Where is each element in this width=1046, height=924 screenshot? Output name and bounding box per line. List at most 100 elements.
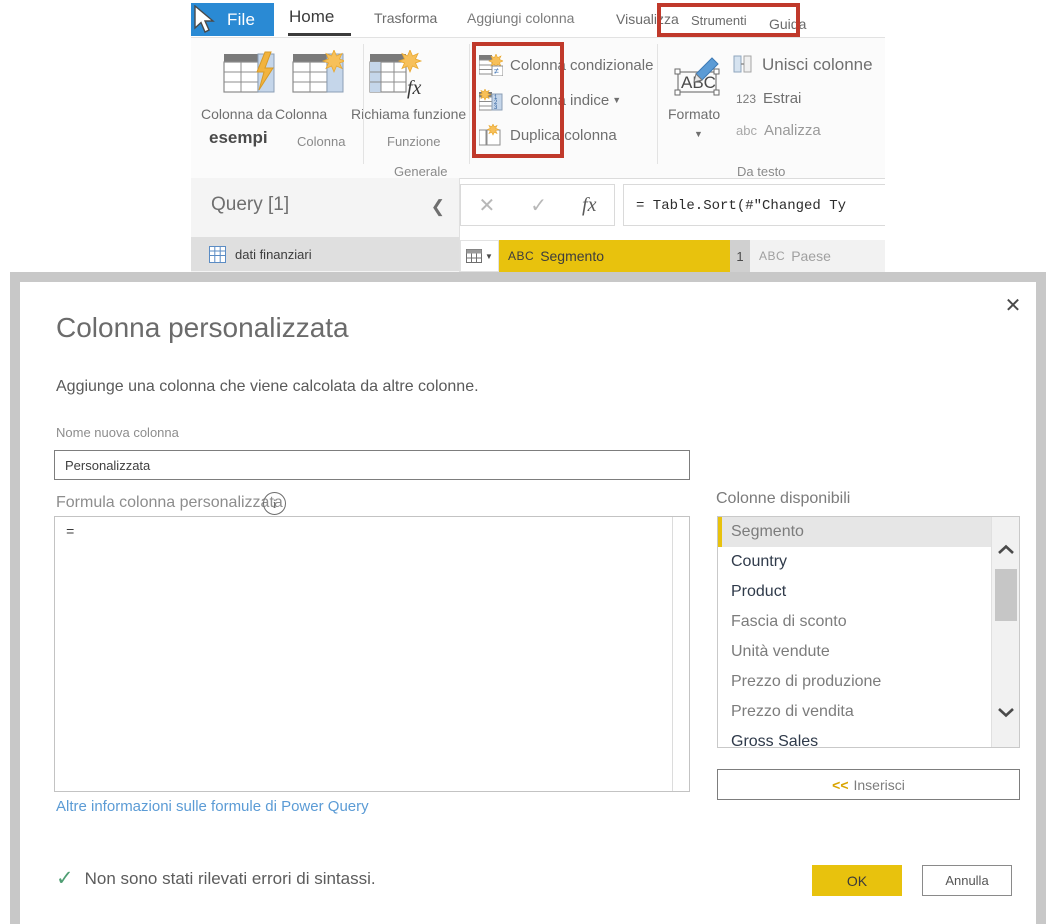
available-columns-box: Segmento Country Product Fascia di sconto Un… <box>717 516 1020 748</box>
svg-text:fx: fx <box>407 77 422 99</box>
available-column-item[interactable]: Gross Sales <box>718 727 991 747</box>
parse-label: Analizza <box>763 122 821 139</box>
dialog-title: Colonna personalizzata <box>56 312 349 343</box>
query-list-item[interactable]: dati finanziari <box>191 237 459 271</box>
formula-input[interactable]: = Table.Sort(#"Changed Ty <box>623 184 885 226</box>
tab-visualizza[interactable]: Visualizza <box>616 11 679 27</box>
close-icon[interactable]: ✕ <box>998 290 1028 320</box>
available-columns-label: Colonne disponibili <box>716 490 851 507</box>
power-query-editor: File Home Trasforma Aggiungi colonna Vis… <box>191 0 885 278</box>
new-column-name-input[interactable] <box>54 450 690 480</box>
tab-home-label: Home <box>289 7 335 26</box>
custom-column-dialog: ✕ Colonna personalizzata Aggiunge una co… <box>20 282 1036 924</box>
available-column-item[interactable]: Country <box>718 547 991 577</box>
group-label-funzione: Funzione <box>387 134 441 149</box>
grid-col1-type-icon: ABC <box>759 249 786 263</box>
queries-pane-title: Query [1] <box>211 194 290 215</box>
insert-column-button[interactable]: << Inserisci <box>717 769 1020 800</box>
tab-visualizza-label: Visualizza <box>616 11 679 27</box>
formula-editor[interactable]: = <box>54 516 690 792</box>
formula-accept-icon[interactable]: ✓ <box>530 193 547 218</box>
ok-button[interactable]: OK <box>812 865 902 896</box>
parse-button[interactable]: abc Analizza <box>736 122 821 139</box>
ribbon-body: Colonna da esempi Colonna fx Richiama fu… <box>191 37 885 179</box>
grid-col0-label: Segmento <box>540 248 605 264</box>
ribbon-separator-3 <box>657 44 658 164</box>
available-columns-scrollbar[interactable] <box>991 517 1019 747</box>
formula-bar: ✕ ✓ fx = Table.Sort(#"Changed Ty <box>460 184 885 228</box>
chevron-left-icon[interactable]: ❮ <box>431 197 445 217</box>
column-from-examples-icon[interactable] <box>223 50 275 98</box>
formula-editor-scrollbar[interactable] <box>672 517 689 791</box>
tab-aggiungi-colonna[interactable]: Aggiungi colonna <box>467 10 574 26</box>
group-label-colonna: Colonna <box>297 134 346 149</box>
dialog-description: Aggiunge una colonna che viene calcolata… <box>56 378 479 395</box>
custom-column-icon[interactable] <box>292 50 344 98</box>
scrollbar-thumb[interactable] <box>995 569 1017 621</box>
index-column-chevron-down-icon[interactable]: ▼ <box>612 95 621 105</box>
tab-aggiungi-colonna-label: Aggiungi colonna <box>467 10 575 26</box>
invoke-function-icon[interactable]: fx <box>369 50 425 100</box>
duplicate-column-label: Duplica colonna <box>510 126 617 144</box>
scroll-down-icon[interactable] <box>992 699 1020 725</box>
custom-column-label: Colonna <box>275 106 328 122</box>
info-icon[interactable]: i <box>263 492 286 515</box>
tab-guida-label: Guida <box>769 16 807 32</box>
screenshot-root: File Home Trasforma Aggiungi colonna Vis… <box>0 0 1046 924</box>
grid-column-header-segmento[interactable]: ABC Segmento <box>499 240 730 272</box>
grid-select-all-button[interactable]: ▼ <box>460 240 499 272</box>
grid-column-header-paese[interactable]: ABC Paese <box>750 240 885 272</box>
available-columns-list[interactable]: Segmento Country Product Fascia di sconto Un… <box>718 517 991 747</box>
tab-file[interactable]: File <box>191 3 274 36</box>
custom-column-formula-label: Formula colonna personalizzata <box>56 494 283 511</box>
format-label: Formato <box>668 106 721 122</box>
group-label-generale: Generale <box>394 164 448 179</box>
query-list-item-label: dati finanziari <box>235 246 312 262</box>
invoke-function-label: Richiama funzione <box>351 106 467 122</box>
tab-strumenti-label: Strumenti <box>691 13 747 28</box>
table-small-icon <box>466 248 483 263</box>
grid-col0-sort-badge[interactable]: 1 <box>730 240 750 272</box>
ribbon-separator-1 <box>363 44 364 164</box>
available-column-item[interactable]: Unità vendute <box>718 637 991 667</box>
formula-cancel-icon[interactable]: ✕ <box>479 193 496 218</box>
tab-home-active-indicator <box>288 33 351 36</box>
check-icon: ✓ <box>56 867 74 890</box>
fx-icon[interactable]: fx <box>582 194 596 217</box>
extract-prefix: 123 <box>736 91 757 106</box>
available-column-item[interactable]: Prezzo di produzione <box>718 667 991 697</box>
tab-strumenti[interactable]: Strumenti <box>691 13 747 28</box>
power-query-formula-help-link[interactable]: Altre informazioni sulle formule di Powe… <box>56 798 369 815</box>
format-chevron-down-icon[interactable]: ▼ <box>694 129 703 139</box>
mouse-cursor-icon <box>194 5 215 33</box>
ribbon-separator-2 <box>469 44 470 164</box>
merge-columns-icon <box>733 55 752 73</box>
merge-columns-button[interactable]: Unisci colonne <box>733 54 873 76</box>
index-column-button[interactable]: 1 2 3 Colonna indice ▼ <box>479 89 621 111</box>
extract-button[interactable]: 123 Estrai <box>736 90 801 107</box>
available-column-item[interactable]: Segmento <box>718 517 991 547</box>
duplicate-column-icon <box>479 124 501 146</box>
cancel-button[interactable]: Annulla <box>922 865 1012 896</box>
available-column-item[interactable]: Fascia di sconto <box>718 607 991 637</box>
grid-corner-chevron-down-icon[interactable]: ▼ <box>485 252 493 261</box>
syntax-status-text: Non sono stati rilevati errori di sintas… <box>84 868 376 888</box>
conditional-column-button[interactable]: ≠ Colonna condizionale <box>479 54 653 76</box>
tab-home[interactable]: Home <box>289 7 334 27</box>
duplicate-column-button[interactable]: Duplica colonna <box>479 124 617 146</box>
queries-pane: Query [1] ❮ dati finanziari <box>191 178 460 278</box>
ribbon-tab-strip: File Home Trasforma Aggiungi colonna Vis… <box>191 0 885 36</box>
format-abc-icon[interactable]: ABC <box>674 56 722 100</box>
column-from-examples-label: Colonna da <box>201 106 273 122</box>
available-column-item[interactable]: Product <box>718 577 991 607</box>
column-from-examples-label2: esempi <box>209 128 268 147</box>
new-column-name-label: Nome nuova colonna <box>56 425 179 440</box>
index-column-label: Colonna indice <box>510 91 610 109</box>
tab-guida[interactable]: Guida <box>769 16 806 32</box>
available-column-item[interactable]: Prezzo di vendita <box>718 697 991 727</box>
insert-chevrons: << <box>832 776 849 793</box>
tab-trasforma[interactable]: Trasforma <box>374 10 437 26</box>
conditional-column-icon: ≠ <box>479 54 503 76</box>
scroll-up-icon[interactable] <box>992 537 1020 563</box>
dialog-frame: ✕ Colonna personalizzata Aggiunge una co… <box>10 272 1046 924</box>
